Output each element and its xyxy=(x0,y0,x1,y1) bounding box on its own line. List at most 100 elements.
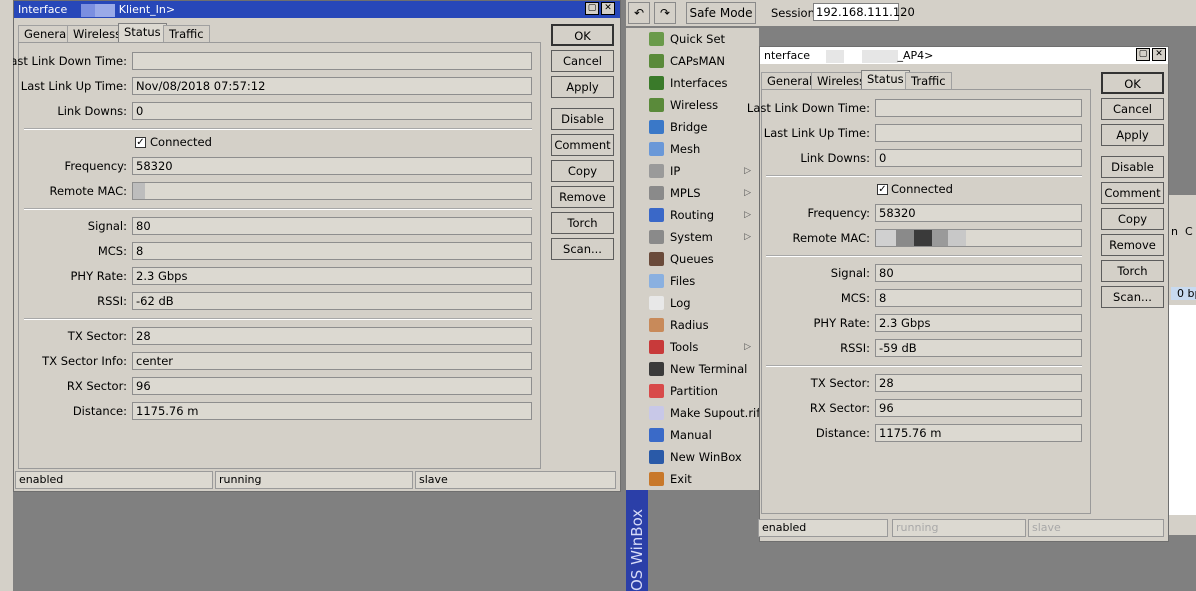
sidebar-item-mpls[interactable]: MPLS ▷ xyxy=(626,182,759,204)
sidebar-item-make-supout-rif[interactable]: Make Supout.rif xyxy=(626,402,760,424)
sidebar-item-label: Mesh xyxy=(670,142,701,156)
frequency-label: Frequency: xyxy=(807,206,870,220)
mac-redacted xyxy=(914,230,932,246)
tx-sector-field[interactable]: 28 xyxy=(132,327,532,345)
last-link-up-field[interactable] xyxy=(875,124,1082,142)
distance-label: Distance: xyxy=(815,426,870,440)
torch-button[interactable]: Torch xyxy=(1101,260,1164,282)
tx-sector-field[interactable]: 28 xyxy=(875,374,1082,392)
comment-button[interactable]: Comment xyxy=(1101,182,1164,204)
tx-sector-info-field[interactable]: center xyxy=(132,352,532,370)
phy-rate-field[interactable]: 2.3 Gbps xyxy=(875,314,1082,332)
last-link-down-field[interactable] xyxy=(132,52,532,70)
rx-sector-field[interactable]: 96 xyxy=(132,377,532,395)
apply-button[interactable]: Apply xyxy=(1101,124,1164,146)
last-link-up-field[interactable]: Nov/08/2018 07:57:12 xyxy=(132,77,532,95)
sidebar-item-wireless[interactable]: Wireless xyxy=(626,94,759,116)
sidebar-item-label: New WinBox xyxy=(670,450,742,464)
redo-icon[interactable]: ↷ xyxy=(654,2,676,24)
sidebar-item-capsman[interactable]: CAPsMAN xyxy=(626,50,759,72)
sidebar-item-partition[interactable]: Partition xyxy=(626,380,759,402)
winbox-icon xyxy=(649,450,664,464)
sidebar-item-radius[interactable]: Radius xyxy=(626,314,759,336)
maximize-icon[interactable]: ▢ xyxy=(1136,48,1150,61)
sidebar-item-manual[interactable]: Manual xyxy=(626,424,759,446)
remove-button[interactable]: Remove xyxy=(1101,234,1164,256)
remove-button[interactable]: Remove xyxy=(551,186,614,208)
sidebar-item-log[interactable]: Log xyxy=(626,292,759,314)
tab-traffic[interactable]: Traffic xyxy=(163,25,210,43)
separator xyxy=(766,175,1082,177)
signal-field[interactable]: 80 xyxy=(132,217,532,235)
sidebar-item-tools[interactable]: Tools ▷ xyxy=(626,336,759,358)
disable-button[interactable]: Disable xyxy=(551,108,614,130)
sidebar-menu: Quick Set CAPsMAN Interfaces Wireless Bridge… xyxy=(626,28,760,490)
apply-button[interactable]: Apply xyxy=(551,76,614,98)
bg-cell: 0 bp xyxy=(1171,287,1196,300)
ok-button[interactable]: OK xyxy=(551,24,614,46)
remote-mac-field[interactable] xyxy=(132,182,532,200)
session-field[interactable]: 192.168.111.120 xyxy=(813,3,915,21)
remote-mac-field[interactable] xyxy=(875,229,1082,247)
bridge-icon xyxy=(649,120,664,134)
sidebar-item-ip[interactable]: IP ▷ xyxy=(626,160,759,182)
sidebar-item-new-terminal[interactable]: New Terminal xyxy=(626,358,759,380)
tab-status[interactable]: Status xyxy=(118,23,167,43)
sidebar-item-system[interactable]: System ▷ xyxy=(626,226,759,248)
sidebar-item-files[interactable]: Files xyxy=(626,270,759,292)
mcs-field[interactable]: 8 xyxy=(132,242,532,260)
frequency-field[interactable]: 58320 xyxy=(875,204,1082,222)
link-downs-field[interactable]: 0 xyxy=(875,149,1082,167)
sidebar-item-bridge[interactable]: Bridge xyxy=(626,116,759,138)
sidebar-item-new-winbox[interactable]: New WinBox xyxy=(626,446,759,468)
sidebar-item-interfaces[interactable]: Interfaces xyxy=(626,72,759,94)
close-icon[interactable]: ✕ xyxy=(1152,48,1166,61)
mcs-field[interactable]: 8 xyxy=(875,289,1082,307)
comment-button[interactable]: Comment xyxy=(551,134,614,156)
tab-traffic[interactable]: Traffic xyxy=(905,72,952,90)
copy-button[interactable]: Copy xyxy=(551,160,614,182)
maximize-icon[interactable]: ▢ xyxy=(585,2,599,15)
phy-rate-field[interactable]: 2.3 Gbps xyxy=(132,267,532,285)
scan-button[interactable]: Scan... xyxy=(1101,286,1164,308)
connected-checkbox[interactable]: ✓ xyxy=(877,184,888,195)
tools-icon xyxy=(649,340,664,354)
mac-redacted xyxy=(896,230,914,246)
window-title[interactable]: nterface _AP4> ▢ ✕ xyxy=(760,47,1168,64)
sidebar-item-queues[interactable]: Queues xyxy=(626,248,759,270)
separator xyxy=(766,255,1082,257)
sidebar-item-label: System xyxy=(670,230,713,244)
tab-status[interactable]: Status xyxy=(861,70,910,90)
ok-button[interactable]: OK xyxy=(1101,72,1164,94)
capsman-icon xyxy=(649,54,664,68)
last-link-up-label: Last Link Up Time: xyxy=(20,79,127,93)
copy-button[interactable]: Copy xyxy=(1101,208,1164,230)
close-icon[interactable]: ✕ xyxy=(601,2,615,15)
last-link-down-field[interactable] xyxy=(875,99,1082,117)
sidebar-item-label: Routing xyxy=(670,208,715,222)
link-downs-field[interactable]: 0 xyxy=(132,102,532,120)
torch-button[interactable]: Torch xyxy=(551,212,614,234)
rssi-field[interactable]: -59 dB xyxy=(875,339,1082,357)
phy-rate-label: PHY Rate: xyxy=(813,316,870,330)
sidebar-item-mesh[interactable]: Mesh xyxy=(626,138,759,160)
sidebar-item-quick-set[interactable]: Quick Set xyxy=(626,28,759,50)
signal-field[interactable]: 80 xyxy=(875,264,1082,282)
sidebar-item-label: Tools xyxy=(670,340,699,354)
sidebar-item-routing[interactable]: Routing ▷ xyxy=(626,204,759,226)
connected-checkbox[interactable]: ✓ xyxy=(135,137,146,148)
frequency-field[interactable]: 58320 xyxy=(132,157,532,175)
safe-mode-button[interactable]: Safe Mode xyxy=(686,2,756,24)
distance-field[interactable]: 1175.76 m xyxy=(875,424,1082,442)
sidebar-item-exit[interactable]: Exit xyxy=(626,468,759,490)
rx-sector-field[interactable]: 96 xyxy=(875,399,1082,417)
undo-icon[interactable]: ↶ xyxy=(628,2,650,24)
window-title[interactable]: Interface Klient_In> ▢ ✕ xyxy=(14,1,620,18)
distance-field[interactable]: 1175.76 m xyxy=(132,402,532,420)
scan-button[interactable]: Scan... xyxy=(551,238,614,260)
disable-button[interactable]: Disable xyxy=(1101,156,1164,178)
cancel-button[interactable]: Cancel xyxy=(1101,98,1164,120)
cancel-button[interactable]: Cancel xyxy=(551,50,614,72)
tab-general[interactable]: General xyxy=(761,72,819,90)
rssi-field[interactable]: -62 dB xyxy=(132,292,532,310)
